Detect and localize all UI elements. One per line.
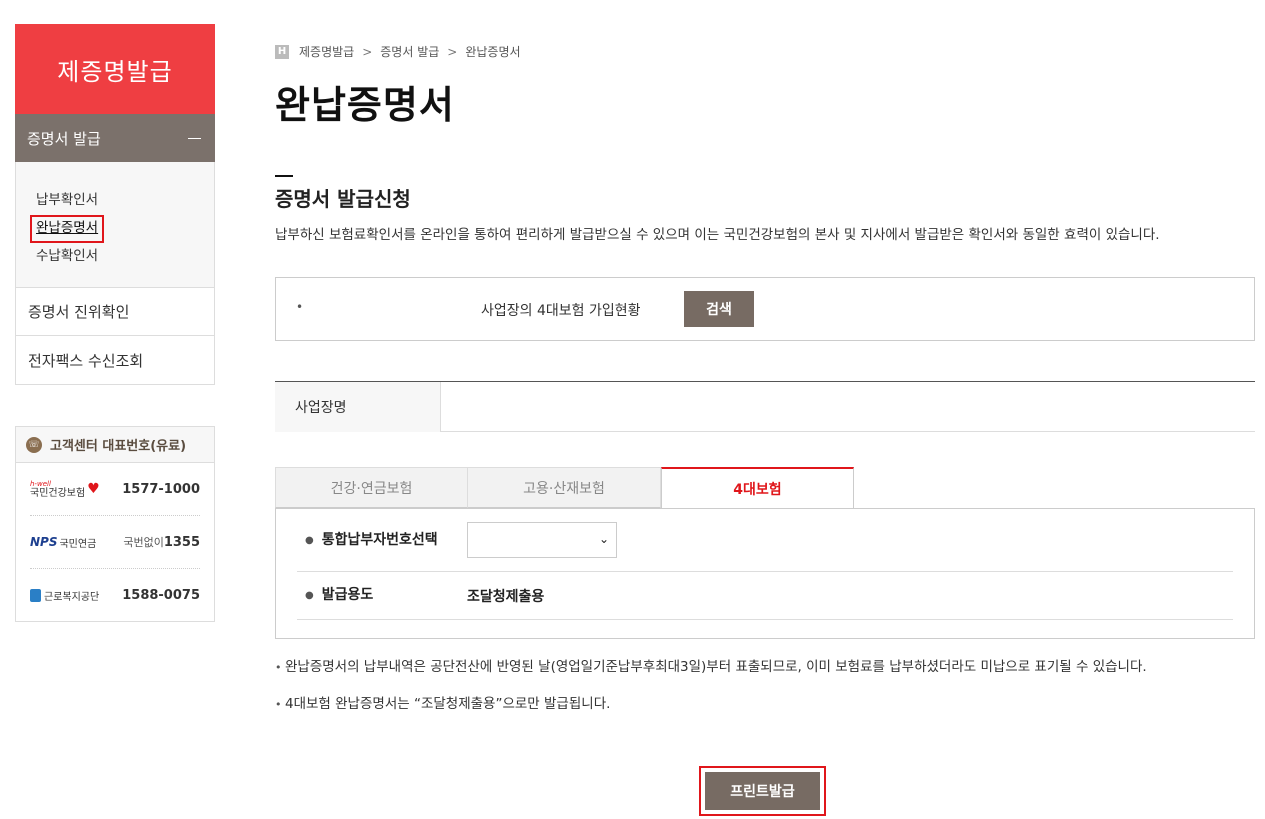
sidebar-title: 제증명발급 (15, 24, 215, 114)
breadcrumb-item[interactable]: 제증명발급 (299, 43, 354, 60)
heart-icon: ♥ (87, 481, 100, 497)
home-icon[interactable]: H (275, 44, 289, 59)
sidebar-submenu: 납부확인서 완납증명서 수납확인서 (15, 162, 215, 287)
nhis-logo: h-well 국민건강보험 ♥ (30, 480, 100, 499)
sidebar-group-certificate-issue[interactable]: 증명서 발급 (15, 114, 215, 162)
sidebar: 제증명발급 증명서 발급 납부확인서 완납증명서 수납확인서 증명서 진위확인 … (15, 24, 215, 385)
payer-number-select[interactable]: ⌄ (467, 522, 617, 558)
chevron-down-icon: ⌄ (598, 532, 609, 546)
breadcrumb-item-current: 완납증명서 (465, 45, 521, 59)
tab-four-major-insurance[interactable]: 4대보험 (661, 467, 854, 509)
search-box: • 사업장의 4대보험 가입현황 검색 (275, 277, 1255, 341)
customer-center-box: ☏ 고객센터 대표번호(유료) h-well 국민건강보험 ♥ 1577-100… (15, 426, 215, 622)
business-name-row: 사업장명 (275, 381, 1255, 432)
breadcrumb-separator: > (447, 44, 458, 59)
section-description: 납부하신 보험료확인서를 온라인을 통하여 편리하게 발급받으실 수 있으며 이… (275, 227, 1160, 243)
bullet: ● (305, 590, 314, 601)
comwel-logo: 근로복지공단 (30, 588, 99, 603)
customer-center-row-nps: NPS 국민연금 국번없이1355 (30, 516, 200, 569)
issue-form: ● 통합납부자번호선택 ⌄ ● 발급용도 조달청제출용 (275, 508, 1255, 639)
page-title: 완납증명서 (275, 83, 455, 127)
search-label: 사업장의 4대보험 가입현황 (481, 303, 641, 319)
payer-number-label: ● 통합납부자번호선택 (305, 531, 438, 548)
sidebar-group-label: 증명서 발급 (27, 129, 101, 148)
customer-center-header: ☏ 고객센터 대표번호(유료) (16, 427, 214, 463)
purpose-value: 조달청제출용 (467, 588, 545, 605)
phone-icon: ☏ (26, 436, 42, 453)
tab-employment-industrial[interactable]: 고용·산재보험 (468, 467, 661, 508)
print-issue-button[interactable]: 프린트발급 (705, 772, 820, 810)
sidebar-item-receipt-confirmation[interactable]: 수납확인서 (36, 248, 98, 264)
insurance-tabs: 건강·연금보험 고용·산재보험 4대보험 (275, 467, 1255, 509)
nps-logo: NPS 국민연금 (30, 535, 97, 550)
tab-health-pension[interactable]: 건강·연금보험 (275, 467, 468, 508)
bullet: • (275, 661, 282, 674)
breadcrumb: H 제증명발급 > 증명서 발급 > 완납증명서 (275, 43, 521, 60)
bullet: ● (305, 534, 314, 546)
notes: • 완납증명서의 납부내역은 공단전산에 반영된 날(영업일기준납부후최대3일)… (275, 659, 1255, 733)
section-title: 증명서 발급신청 (275, 187, 411, 211)
sidebar-item-full-payment-certificate[interactable]: 완납증명서 (30, 215, 105, 243)
customer-center-row-nhis: h-well 국민건강보험 ♥ 1577-1000 (30, 463, 200, 516)
customer-center-title: 고객센터 대표번호(유료) (50, 439, 187, 454)
form-row-purpose: ● 발급용도 조달청제출용 (297, 572, 1233, 620)
comwel-phone-number: 1588-0075 (122, 588, 200, 603)
breadcrumb-separator: > (362, 44, 373, 59)
bullet: • (296, 300, 304, 314)
customer-center-row-comwel: 근로복지공단 1588-0075 (30, 569, 200, 622)
sidebar-item-certificate-verification[interactable]: 증명서 진위확인 (15, 287, 215, 336)
note-item: • 완납증명서의 납부내역은 공단전산에 반영된 날(영업일기준납부후최대3일)… (275, 659, 1147, 675)
business-name-label: 사업장명 (275, 382, 441, 432)
nhis-phone-number: 1577-1000 (122, 481, 200, 497)
breadcrumb-item[interactable]: 증명서 발급 (380, 43, 439, 60)
collapse-icon[interactable] (188, 137, 201, 139)
search-button[interactable]: 검색 (684, 291, 754, 327)
sidebar-item-efax-inquiry[interactable]: 전자팩스 수신조회 (15, 336, 215, 385)
comwel-icon (30, 589, 41, 602)
form-row-payer-number: ● 통합납부자번호선택 ⌄ (297, 509, 1233, 572)
sidebar-item-payment-confirmation[interactable]: 납부확인서 (36, 192, 98, 208)
bullet: • (275, 698, 282, 711)
section-divider (275, 175, 293, 177)
print-button-highlight: 프린트발급 (699, 766, 826, 816)
note-item: • 4대보험 완납증명서는 “조달청제출용”으로만 발급됩니다. (275, 696, 611, 712)
purpose-label: ● 발급용도 (305, 587, 374, 603)
nps-phone-number: 국번없이1355 (123, 535, 200, 550)
